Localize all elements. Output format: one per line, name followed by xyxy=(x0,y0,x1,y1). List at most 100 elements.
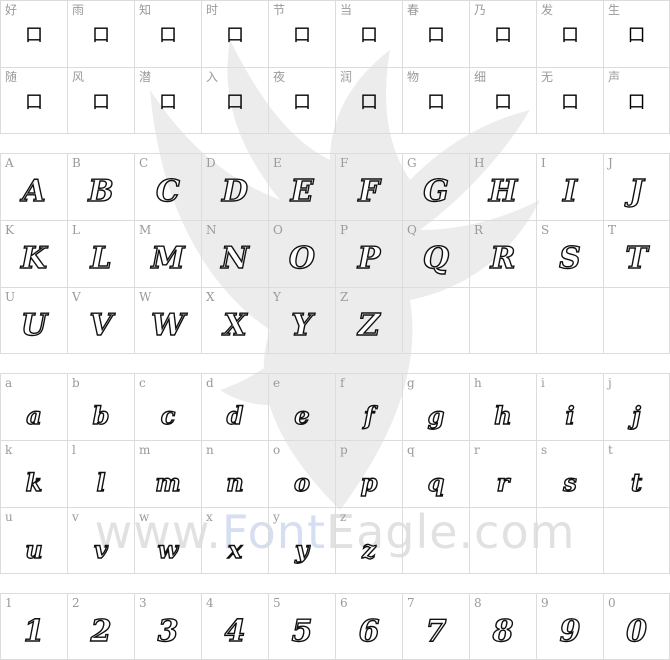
glyph-sample: W xyxy=(150,307,185,343)
glyph-cell: OO xyxy=(268,220,335,287)
glyph-cell: 知口 xyxy=(134,0,201,67)
glyph-cell: CC xyxy=(134,153,201,220)
cjk-row-1: 好口雨口知口时口节口当口春口乃口发口生口 xyxy=(0,0,670,67)
glyph-sample: 口 xyxy=(494,25,512,46)
glyph-cell: xx xyxy=(201,507,268,574)
glyph-cell: SS xyxy=(536,220,603,287)
glyph-cell: 88 xyxy=(469,593,536,660)
glyph-sample: H xyxy=(488,173,518,209)
glyph-label: 4 xyxy=(206,596,214,610)
glyph-cell: EE xyxy=(268,153,335,220)
glyph-cell: 33 xyxy=(134,593,201,660)
glyph-label: j xyxy=(608,376,612,390)
glyph-cell: 节口 xyxy=(268,0,335,67)
glyph-sample: 口 xyxy=(25,25,43,46)
lower-row-1: aabbccddeeffgghhiijj xyxy=(0,373,670,440)
glyph-cell: JJ xyxy=(603,153,670,220)
glyph-sample: 5 xyxy=(291,613,313,649)
glyph-cell: gg xyxy=(402,373,469,440)
upper-row-2: KKLLMMNNOOPPQQRRSSTT xyxy=(0,220,670,287)
glyph-label: N xyxy=(206,223,217,237)
glyph-label: P xyxy=(340,223,349,237)
glyph-cell: 细口 xyxy=(469,67,536,134)
glyph-label: 雨 xyxy=(72,3,85,17)
glyph-label: 1 xyxy=(5,596,13,610)
upper-row-1: AABBCCDDEEFFGGHHIIJJ xyxy=(0,153,670,220)
glyph-sample: w xyxy=(157,534,179,564)
glyph-cell: 好口 xyxy=(0,0,67,67)
glyph-label: 8 xyxy=(474,596,482,610)
glyph-cell xyxy=(536,507,603,574)
glyph-cell: 声口 xyxy=(603,67,670,134)
glyph-cell: 77 xyxy=(402,593,469,660)
glyph-sample: h xyxy=(494,400,513,430)
glyph-cell: QQ xyxy=(402,220,469,287)
glyph-sample: N xyxy=(221,240,250,276)
glyph-sample: 口 xyxy=(360,25,378,46)
glyph-label: n xyxy=(206,443,214,457)
glyph-cell: ff xyxy=(335,373,402,440)
glyph-sample: P xyxy=(357,240,381,276)
glyph-cell: 22 xyxy=(67,593,134,660)
glyph-cell: MM xyxy=(134,220,201,287)
glyph-cell: KK xyxy=(0,220,67,287)
glyph-label: f xyxy=(340,376,345,390)
glyph-sample: 2 xyxy=(90,613,112,649)
glyph-cell: uu xyxy=(0,507,67,574)
glyph-label: I xyxy=(541,156,546,170)
glyph-sample: i xyxy=(565,400,576,430)
glyph-cell: WW xyxy=(134,287,201,354)
glyph-sample: U xyxy=(20,307,48,343)
glyph-sample: 口 xyxy=(92,25,110,46)
glyph-sample: V xyxy=(89,307,114,343)
glyph-sample: 口 xyxy=(360,92,378,113)
glyph-label: 知 xyxy=(139,3,152,17)
glyph-cell: XX xyxy=(201,287,268,354)
glyph-sample: 1 xyxy=(23,613,45,649)
glyph-sample: 口 xyxy=(293,92,311,113)
glyph-label: X xyxy=(206,290,215,304)
glyph-label: S xyxy=(541,223,550,237)
glyph-label: Z xyxy=(340,290,349,304)
glyph-label: H xyxy=(474,156,485,170)
glyph-sample: s xyxy=(563,467,578,497)
glyph-label: r xyxy=(474,443,480,457)
glyph-cell: 入口 xyxy=(201,67,268,134)
glyph-label: R xyxy=(474,223,484,237)
glyph-sample: A xyxy=(22,173,47,209)
glyph-sample: X xyxy=(223,307,248,343)
glyph-label: 润 xyxy=(340,70,353,84)
glyph-sample: f xyxy=(363,400,375,430)
glyph-cell xyxy=(469,507,536,574)
glyph-sample: l xyxy=(96,467,107,497)
glyph-cell: 物口 xyxy=(402,67,469,134)
glyph-label: u xyxy=(5,510,13,524)
glyph-cell: zz xyxy=(335,507,402,574)
glyph-label: e xyxy=(273,376,281,390)
glyph-label: 7 xyxy=(407,596,415,610)
glyph-cell: qq xyxy=(402,440,469,507)
glyph-label: 声 xyxy=(608,70,621,84)
glyph-cell: 99 xyxy=(536,593,603,660)
glyph-label: 3 xyxy=(139,596,147,610)
glyph-cell: kk xyxy=(0,440,67,507)
glyph-cell: BB xyxy=(67,153,134,220)
glyph-label: A xyxy=(5,156,14,170)
glyph-sample: O xyxy=(288,240,316,276)
glyph-label: 入 xyxy=(206,70,219,84)
glyph-cell: 时口 xyxy=(201,0,268,67)
glyph-label: 春 xyxy=(407,3,420,17)
glyph-sample: z xyxy=(361,534,376,564)
glyph-sample: 6 xyxy=(358,613,380,649)
glyph-sample: 0 xyxy=(625,613,647,649)
glyph-cell: mm xyxy=(134,440,201,507)
glyph-cell: FF xyxy=(335,153,402,220)
glyph-label: b xyxy=(72,376,80,390)
glyph-sample: v xyxy=(93,534,108,564)
glyph-cell xyxy=(603,287,670,354)
glyph-cell xyxy=(603,507,670,574)
glyph-cell: pp xyxy=(335,440,402,507)
glyph-cell: oo xyxy=(268,440,335,507)
glyph-cell: ll xyxy=(67,440,134,507)
glyph-cell: hh xyxy=(469,373,536,440)
